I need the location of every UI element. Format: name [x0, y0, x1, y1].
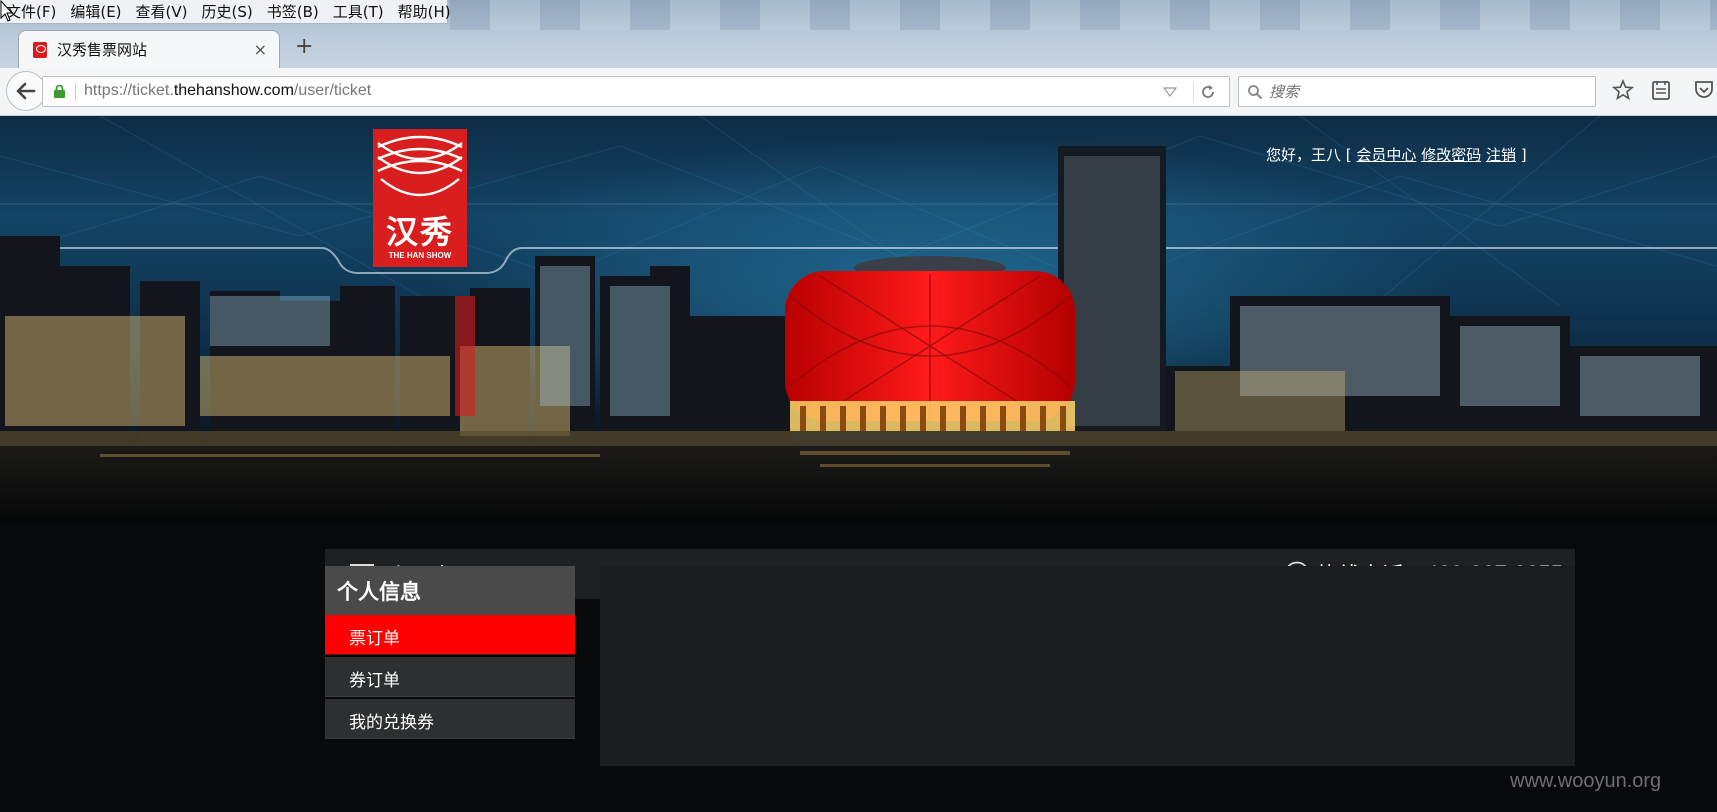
site-favicon-icon — [33, 41, 47, 58]
menu-edit[interactable]: 编辑(E) — [70, 1, 121, 22]
sidebar-item-ticket-orders[interactable]: 票订单 — [325, 615, 575, 655]
menu-bookmarks[interactable]: 书签(B) — [267, 1, 319, 22]
greeting-suffix: ] — [1516, 146, 1527, 164]
logo-ribbon-icon — [373, 129, 467, 207]
greeting-prefix: 您好，王八 [ — [1266, 146, 1357, 164]
city-skyline-illustration — [0, 116, 1717, 524]
menu-history[interactable]: 历史(S) — [202, 1, 253, 22]
menu-view[interactable]: 查看(V) — [136, 1, 188, 22]
sidebar-item-voucher-orders[interactable]: 券订单 — [325, 657, 575, 697]
sidebar-item-my-vouchers[interactable]: 我的兑换券 — [325, 699, 575, 739]
watermark: www.wooyun.org — [1510, 770, 1662, 792]
browser-menubar: 文件(F) 编辑(E) 查看(V) 历史(S) 书签(B) 工具(T) 帮助(H… — [0, 0, 451, 24]
reload-button[interactable] — [1193, 82, 1221, 102]
logo-name-cn: 汉秀 — [385, 214, 454, 250]
search-icon — [1248, 85, 1263, 100]
menu-tools[interactable]: 工具(T) — [333, 1, 384, 22]
back-button[interactable] — [6, 71, 46, 111]
new-tab-button[interactable]: + — [295, 34, 313, 59]
logo-name-en: THE HAN SHOW — [388, 251, 452, 260]
header-banner: 汉秀 THE HAN SHOW 您好，王八 [ 会员中心 修改密码 注销 ] — [0, 116, 1717, 524]
search-input[interactable] — [1269, 81, 1579, 103]
member-sidebar: 个人信息 票订单 券订单 我的兑换券 — [325, 566, 575, 739]
url-separator — [75, 83, 76, 101]
menu-help[interactable]: 帮助(H) — [398, 1, 451, 22]
lock-icon — [54, 85, 65, 98]
order-content-panel — [600, 566, 1575, 766]
bookmark-star-icon[interactable] — [1612, 79, 1634, 101]
member-center-link[interactable]: 会员中心 — [1356, 146, 1416, 164]
back-arrow-icon — [16, 82, 36, 100]
url-bar[interactable]: https://ticket.thehanshow.com/user/ticke… — [42, 76, 1230, 107]
sidebar-header: 个人信息 — [325, 566, 575, 615]
logout-link[interactable]: 注销 — [1486, 146, 1516, 164]
change-password-link[interactable]: 修改密码 — [1421, 146, 1481, 164]
web-page: 汉秀 THE HAN SHOW 您好，王八 [ 会员中心 修改密码 注销 ] 会… — [0, 116, 1717, 812]
reload-icon — [1201, 85, 1214, 98]
pocket-icon[interactable] — [1693, 79, 1715, 101]
browser-titlebar: 文件(F) 编辑(E) 查看(V) 历史(S) 书签(B) 工具(T) 帮助(H… — [0, 0, 1717, 70]
tab-title: 汉秀售票网站 — [57, 41, 148, 59]
browser-navbar: https://ticket.thehanshow.com/user/ticke… — [0, 68, 1717, 116]
url-text[interactable]: https://ticket.thehanshow.com/user/ticke… — [84, 82, 371, 100]
user-greeting: 您好，王八 [ 会员中心 修改密码 注销 ] — [1266, 144, 1527, 165]
url-dropdown-icon[interactable] — [1163, 87, 1177, 97]
search-bar[interactable] — [1238, 76, 1596, 107]
browser-tab[interactable]: 汉秀售票网站 × — [18, 30, 280, 68]
han-show-logo[interactable]: 汉秀 THE HAN SHOW — [373, 129, 467, 267]
tab-close-icon[interactable]: × — [254, 40, 267, 59]
mouse-cursor-icon — [0, 0, 14, 22]
reading-list-icon[interactable] — [1651, 79, 1671, 101]
